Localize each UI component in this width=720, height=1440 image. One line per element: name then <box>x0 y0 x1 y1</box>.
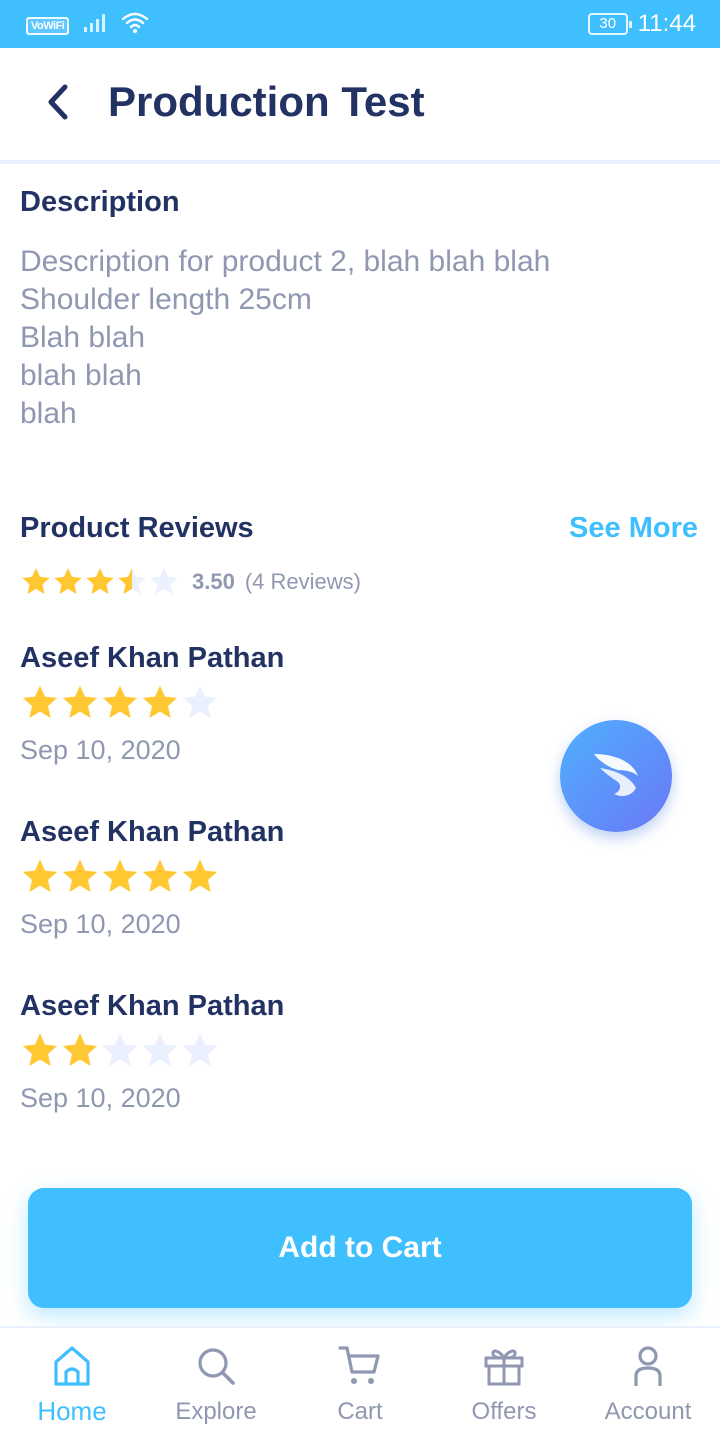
nav-item-cart[interactable]: Cart <box>288 1328 432 1440</box>
nav-label-home: Home <box>37 1396 107 1426</box>
review-item: Aseef Khan Pathan Sep 10, 2020 <box>20 816 284 940</box>
user-icon <box>626 1344 670 1388</box>
review-date: Sep 10, 2020 <box>20 909 181 939</box>
cart-icon <box>338 1344 382 1388</box>
star-filled-icon <box>182 859 218 892</box>
status-bar: VoWiFi 30 11:44 <box>0 0 720 48</box>
description-text: Description for product 2, blah blah bla… <box>20 243 700 433</box>
nav-label-offers: Offers <box>471 1398 537 1425</box>
search-icon <box>194 1344 238 1388</box>
review-stars <box>20 857 284 897</box>
review-stars <box>20 683 284 723</box>
description-line: blah <box>20 397 77 430</box>
gift-icon <box>482 1344 526 1388</box>
review-date: Sep 10, 2020 <box>20 735 181 765</box>
reviews-heading: Product Reviews <box>20 512 254 544</box>
app-header: Production Test <box>0 48 720 164</box>
nav-item-home[interactable]: Home <box>0 1328 144 1440</box>
description-line: Blah blah <box>20 321 146 354</box>
wifi-icon <box>121 12 149 39</box>
star-filled-icon <box>22 685 58 718</box>
star-filled-icon <box>86 568 114 594</box>
review-item: Aseef Khan Pathan Sep 10, 2020 <box>20 990 284 1114</box>
review-count: (4 Reviews) <box>244 569 361 594</box>
star-filled-icon <box>142 859 178 892</box>
star-filled-icon <box>102 859 138 892</box>
reviewer-name: Aseef Khan Pathan <box>20 816 285 848</box>
average-rating-value: 3.50 <box>192 569 235 594</box>
nav-item-account[interactable]: Account <box>576 1328 720 1440</box>
star-empty-icon <box>150 568 178 594</box>
star-filled-icon <box>22 859 58 892</box>
nav-label-account: Account <box>604 1398 692 1425</box>
review-date: Sep 10, 2020 <box>20 1083 181 1113</box>
nav-item-explore[interactable]: Explore <box>144 1328 288 1440</box>
status-left: VoWiFi <box>26 12 149 39</box>
star-filled-icon <box>22 1033 58 1066</box>
page-title: Production Test <box>108 78 425 125</box>
star-filled-icon <box>54 568 82 594</box>
vowifi-badge: VoWiFi <box>26 16 70 35</box>
add-to-cart-button[interactable]: Add to Cart <box>28 1188 692 1308</box>
star-empty-icon <box>182 1033 218 1066</box>
star-filled-icon <box>62 859 98 892</box>
reviewer-name: Aseef Khan Pathan <box>20 990 285 1022</box>
see-more-link[interactable]: See More <box>569 512 698 545</box>
description-line: Shoulder length 25cm <box>20 283 312 316</box>
description-heading: Description <box>20 186 180 218</box>
signal-icon <box>83 13 107 38</box>
chevron-left-icon <box>45 83 71 126</box>
back-button[interactable] <box>36 82 80 126</box>
star-empty-icon <box>142 1033 178 1066</box>
star-empty-icon <box>182 685 218 718</box>
star-half-icon <box>118 568 146 594</box>
review-stars <box>20 1031 284 1071</box>
nav-label-cart: Cart <box>337 1398 383 1425</box>
average-rating: 3.50 (4 Reviews) <box>20 566 361 598</box>
star-filled-icon <box>62 685 98 718</box>
clock: 11:44 <box>637 10 696 37</box>
reviewer-name: Aseef Khan Pathan <box>20 642 285 674</box>
review-item: Aseef Khan Pathan Sep 10, 2020 <box>20 642 284 766</box>
star-filled-icon <box>102 685 138 718</box>
star-filled-icon <box>22 568 50 594</box>
star-filled-icon <box>142 685 178 718</box>
floating-assistant-button[interactable] <box>560 720 672 832</box>
nav-label-explore: Explore <box>175 1398 257 1425</box>
battery-icon: 30 <box>587 13 632 35</box>
average-rating-stars <box>20 566 180 598</box>
bottom-nav: Home Explore Cart Offers Account <box>0 1326 720 1440</box>
description-line: blah blah <box>20 359 142 392</box>
star-filled-icon <box>62 1033 98 1066</box>
wing-icon <box>588 746 644 807</box>
description-line: Description for product 2, blah blah bla… <box>20 245 551 278</box>
nav-item-offers[interactable]: Offers <box>432 1328 576 1440</box>
star-empty-icon <box>102 1033 138 1066</box>
home-icon <box>50 1344 94 1388</box>
status-right: 30 11:44 <box>587 10 696 38</box>
